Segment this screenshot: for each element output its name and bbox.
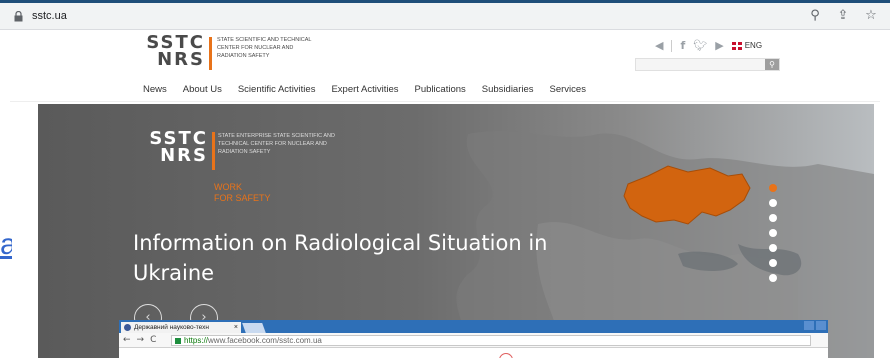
embedded-tab-bar: Державний науково-техн × (119, 320, 828, 333)
embedded-url: https://www.facebook.com/sstc.com.ua (171, 335, 811, 346)
embedded-address-bar: ← → C https://www.facebook.com/sstc.com.… (119, 333, 828, 348)
embedded-tab-title: Державний науково-техн (134, 324, 209, 331)
hero-logo-acronym: SSTC NRS (136, 130, 208, 166)
hero-logo-acronym-line2: NRS (160, 145, 208, 166)
site-header: SSTC NRS STATE SCIENTIFIC AND TECHNICAL … (10, 30, 880, 102)
hero-logo-text: STATE ENTERPRISE STATE SCIENTIFIC AND TE… (218, 133, 335, 155)
embedded-tab: Державний науково-техн × (121, 322, 241, 333)
slider-dot-4[interactable] (769, 229, 777, 237)
twitter-icon[interactable]: 🐦︎ (693, 39, 707, 52)
divider (671, 39, 673, 52)
back-arrow-icon: ← (123, 335, 131, 345)
window-controls (804, 321, 826, 330)
youtube-icon[interactable]: ▶ (715, 39, 723, 52)
maximize-icon (816, 321, 826, 330)
star-icon[interactable]: ☆ (864, 9, 878, 23)
nav-item-about-us[interactable]: About Us (183, 84, 222, 95)
hero-slogan-line2: FOR SAFETY (214, 193, 271, 203)
hero-slogan-line1: WORK (214, 182, 242, 192)
secure-lock-icon (175, 338, 181, 344)
uk-flag-icon (731, 41, 742, 50)
search-icon[interactable]: ⚲ (765, 59, 779, 70)
close-icon: × (233, 324, 238, 331)
reload-icon: C (150, 335, 157, 345)
logo-acronym-line2: NRS (157, 49, 205, 70)
logo-divider (209, 37, 212, 70)
language-label: ENG (744, 41, 763, 50)
facebook-icon[interactable]: f (680, 39, 685, 52)
zoom-icon[interactable]: ⚲ (808, 9, 822, 23)
lock-icon (14, 11, 23, 22)
nav-item-expert-activities[interactable]: Expert Activities (331, 84, 398, 95)
browser-address-bar: sstc.ua ⚲ ⇪ ☆ (0, 0, 890, 30)
nav-item-news[interactable]: News (143, 84, 167, 95)
social-links: ◀ f 🐦︎ ▶ ENG (655, 39, 762, 52)
slider-dot-6[interactable] (769, 259, 777, 267)
cursor-highlight-circle (499, 353, 513, 358)
nav-item-services[interactable]: Services (550, 84, 586, 95)
page: sstc.ua ⚲ ⇪ ☆ SSTC NRS STATE SCIENTIFIC … (0, 0, 890, 358)
hero-title[interactable]: Information on Radiological Situation in… (133, 228, 563, 288)
embedded-browser-screenshot: Державний науково-техн × ← → C https://w… (119, 320, 828, 358)
hero-logo: SSTC NRS STATE ENTERPRISE STATE SCIENTIF… (136, 130, 336, 180)
slider-pagination (769, 184, 777, 282)
embedded-url-prefix: https:// (184, 336, 209, 345)
embedded-url-host: www.facebook.com (208, 336, 277, 345)
nav-item-publications[interactable]: Publications (415, 84, 466, 95)
nav-item-subsidiaries[interactable]: Subsidiaries (482, 84, 534, 95)
embedded-nav-buttons: ← → C (123, 335, 156, 346)
search-input[interactable]: ⚲ (635, 58, 780, 71)
language-switcher[interactable]: ENG (731, 41, 763, 50)
telegram-icon[interactable]: ◀ (655, 39, 663, 52)
logo-text: STATE SCIENTIFIC AND TECHNICAL CENTER FO… (217, 37, 312, 59)
left-page-link[interactable]: a (0, 228, 12, 262)
embedded-url-path: /sstc.com.ua (276, 336, 322, 345)
slider-dot-7[interactable] (769, 274, 777, 282)
slider-dot-5[interactable] (769, 244, 777, 252)
facebook-favicon-icon (124, 324, 131, 331)
address-url[interactable]: sstc.ua (32, 10, 67, 22)
forward-arrow-icon: → (136, 335, 145, 345)
logo-acronym: SSTC NRS (135, 34, 205, 70)
share-icon[interactable]: ⇪ (836, 9, 850, 23)
minimize-icon (804, 321, 814, 330)
slider-dot-2[interactable] (769, 199, 777, 207)
slider-dot-1[interactable] (769, 184, 777, 192)
main-nav: News About Us Scientific Activities Expe… (143, 84, 586, 95)
new-tab-icon (242, 323, 266, 333)
nav-item-scientific-activities[interactable]: Scientific Activities (238, 84, 316, 95)
slider-dot-3[interactable] (769, 214, 777, 222)
hero-slogan: WORK FOR SAFETY (214, 182, 271, 204)
address-bar-actions: ⚲ ⇪ ☆ (808, 9, 878, 23)
hero-logo-divider (212, 132, 215, 170)
site-logo[interactable]: SSTC NRS STATE SCIENTIFIC AND TECHNICAL … (135, 34, 315, 74)
